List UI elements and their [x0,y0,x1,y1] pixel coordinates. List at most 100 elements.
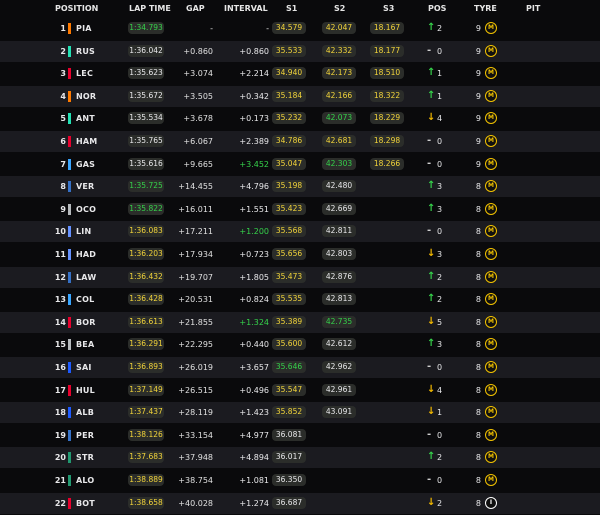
team-color-bar [68,475,71,486]
table-row[interactable]: 16 SAI 1:36.893 +26.019 +3.657 35.646 42.962 -0… [0,357,600,378]
tyre-compound-icon: M [485,22,497,34]
team-color-bar [68,407,71,419]
header-position[interactable]: POSITION [55,4,98,13]
arrow-up-icon: ↑ [427,293,436,305]
table-row[interactable]: 3 LEC 1:35.623 +3.074 +2.214 34.940 42.173 18.5… [0,63,600,84]
table-row[interactable]: 10 LIN 1:36.083 +17.211 +1.200 35.568 42.811 -0… [0,221,600,243]
header-interval[interactable]: INTERVAL [224,4,268,13]
team-color-bar [68,158,71,170]
sector-3-time: 18.510 [370,67,404,80]
header-s2[interactable]: S2 [334,4,345,13]
table-row[interactable]: 5 ANT 1:35.534 +3.678 +0.173 35.232 42.073 18.2… [0,108,600,129]
position-change: 3 [437,182,443,192]
sector-1-time: 35.198 [272,180,306,193]
header-s3[interactable]: S3 [383,4,394,13]
arrow-up-icon: ↑ [427,202,436,214]
header-gap[interactable]: GAP [186,4,205,13]
driver-code: GAS [76,159,96,169]
table-row[interactable]: 15 BEA 1:36.291 +22.295 +0.440 35.600 42.612 ↑ 3… [0,334,600,355]
driver-code: BOT [76,498,95,508]
position-change: 2 [437,24,443,33]
table-row[interactable]: 11 HAD 1:36.203 +17.934 +0.723 35.656 42.803 ↓ 3… [0,244,600,265]
gap-value: +14.455 [178,182,213,192]
tyre-laps: 8 [475,363,481,372]
sector-3-time: 18.266 [370,157,404,170]
header-tyre[interactable]: TYRE [474,4,497,13]
table-row[interactable]: 4 NOR 1:35.672 +3.505 +0.342 35.184 42.166 18.3… [0,85,600,107]
driver-code: ANT [76,114,95,124]
table-row[interactable]: 21 ALO 1:38.889 +38.754 +1.081 36.350 -0 8 M [0,470,600,491]
table-row[interactable]: 6 HAM 1:35.765 +6.067 +2.389 34.786 42.681 18.2… [0,131,600,152]
sector-1-time: 36.350 [272,474,306,486]
team-color-bar [68,203,71,215]
dash-icon: - [427,157,432,169]
interval-value: +4.977 [239,430,269,440]
lap-time: 1:35.765 [128,135,164,147]
position-number: 6 [60,137,66,146]
position-number: 3 [60,69,66,79]
tyre-laps: 9 [475,137,481,146]
sector-2-time: 42.811 [322,225,356,238]
sector-2-time: 42.047 [322,22,356,34]
position-number: 11 [54,250,66,259]
table-row[interactable]: 12 LAW 1:36.432 +19.707 +1.805 35.473 42.876 ↑ 2… [0,266,600,288]
table-row[interactable]: 22 BOT 1:38.658 +40.028 +1.274 36.687 ↓ 2 8 I [0,492,600,514]
table-row[interactable]: 9 OCO 1:35.822 +16.011 +1.551 35.423 42.669 ↑ 3 8… [0,199,600,220]
lap-time: 1:36.042 [128,44,164,57]
team-color-bar [68,23,71,34]
gap-value: +21.855 [178,317,213,327]
sector-1-time: 35.568 [272,225,306,238]
tyre-compound-icon: M [485,180,497,193]
lap-time: 1:35.672 [128,89,164,102]
lap-time: 1:36.203 [128,248,164,260]
sector-1-time: 35.656 [272,248,306,260]
sector-1-time: 36.017 [272,451,306,464]
lap-time: 1:35.623 [128,67,164,80]
header-pit[interactable]: PIT [526,4,540,13]
tyre-compound-icon: M [485,89,497,102]
driver-code: BOR [76,317,96,327]
header-s1[interactable]: S1 [286,4,297,13]
team-color-bar [68,181,71,193]
table-row[interactable]: 8 VER 1:35.725 +14.455 +4.796 35.198 42.480 ↑ 3 8… [0,176,600,198]
header-lap-time[interactable]: LAP TIME [129,4,171,13]
interval-value: +2.389 [239,137,269,146]
table-row[interactable]: 2 RUS 1:36.042 +0.860 +0.860 35.533 42.332 18.1… [0,40,600,62]
sector-2-time: 42.303 [322,157,356,170]
driver-code: LEC [76,69,94,79]
tyre-laps: 8 [475,182,481,192]
position-number: 22 [54,498,66,508]
interval-value: +0.440 [239,340,269,350]
table-row[interactable]: 1 PIA 1:34.793- -34.579 42.047 18.167 ↑ 2 9 M [0,18,600,39]
driver-code: OCO [76,204,97,214]
tyre-compound-icon: M [485,383,497,396]
arrow-up-icon: ↑ [427,180,436,192]
table-row[interactable]: 13 COL 1:36.428 +20.531 +0.824 35.535 42.813 ↑ 2… [0,289,600,310]
position-number: 7 [60,159,66,169]
header-pos[interactable]: POS [428,4,446,13]
tyre-compound-icon: M [485,451,497,464]
position-number: 15 [54,340,66,350]
lap-time: 1:38.889 [128,474,164,486]
table-row[interactable]: 19 PER 1:38.126 +33.154 +4.977 36.081 -0 8 M [0,425,600,446]
table-row[interactable]: 20 STR 1:37.683 +37.948 +4.894 36.017 ↑ 2 8 M [0,447,600,469]
table-row[interactable]: 17 HUL 1:37.149 +26.515 +0.496 35.547 42.961 ↓ 4… [0,380,600,401]
position-change: 0 [437,159,443,169]
position-change: 0 [437,227,443,237]
interval-value: +2.214 [239,69,269,79]
table-row[interactable]: 7 GAS 1:35.616 +9.665 +3.452 35.047 42.303 18.2… [0,154,600,175]
position-number: 20 [54,453,66,463]
sector-1-time: 35.547 [272,383,306,396]
interval-value: +0.824 [239,295,269,305]
sector-2-time: 42.681 [322,135,356,147]
position-change: 2 [437,272,443,282]
sector-2-time: 42.612 [322,338,356,351]
table-row[interactable]: 18 ALB 1:37.437 +28.119 +1.423 35.852 43.091 ↓ 1… [0,402,600,424]
tyre-laps: 8 [475,317,481,327]
gap-value: +16.011 [178,204,213,214]
tyre-laps: 8 [475,295,481,305]
lap-time: 1:36.083 [128,225,164,238]
interval-value: +1.551 [239,204,269,214]
table-row[interactable]: 14 BOR 1:36.613 +21.855 +1.324 35.389 42.735 ↓ 5… [0,311,600,333]
position-change: 1 [437,408,443,418]
